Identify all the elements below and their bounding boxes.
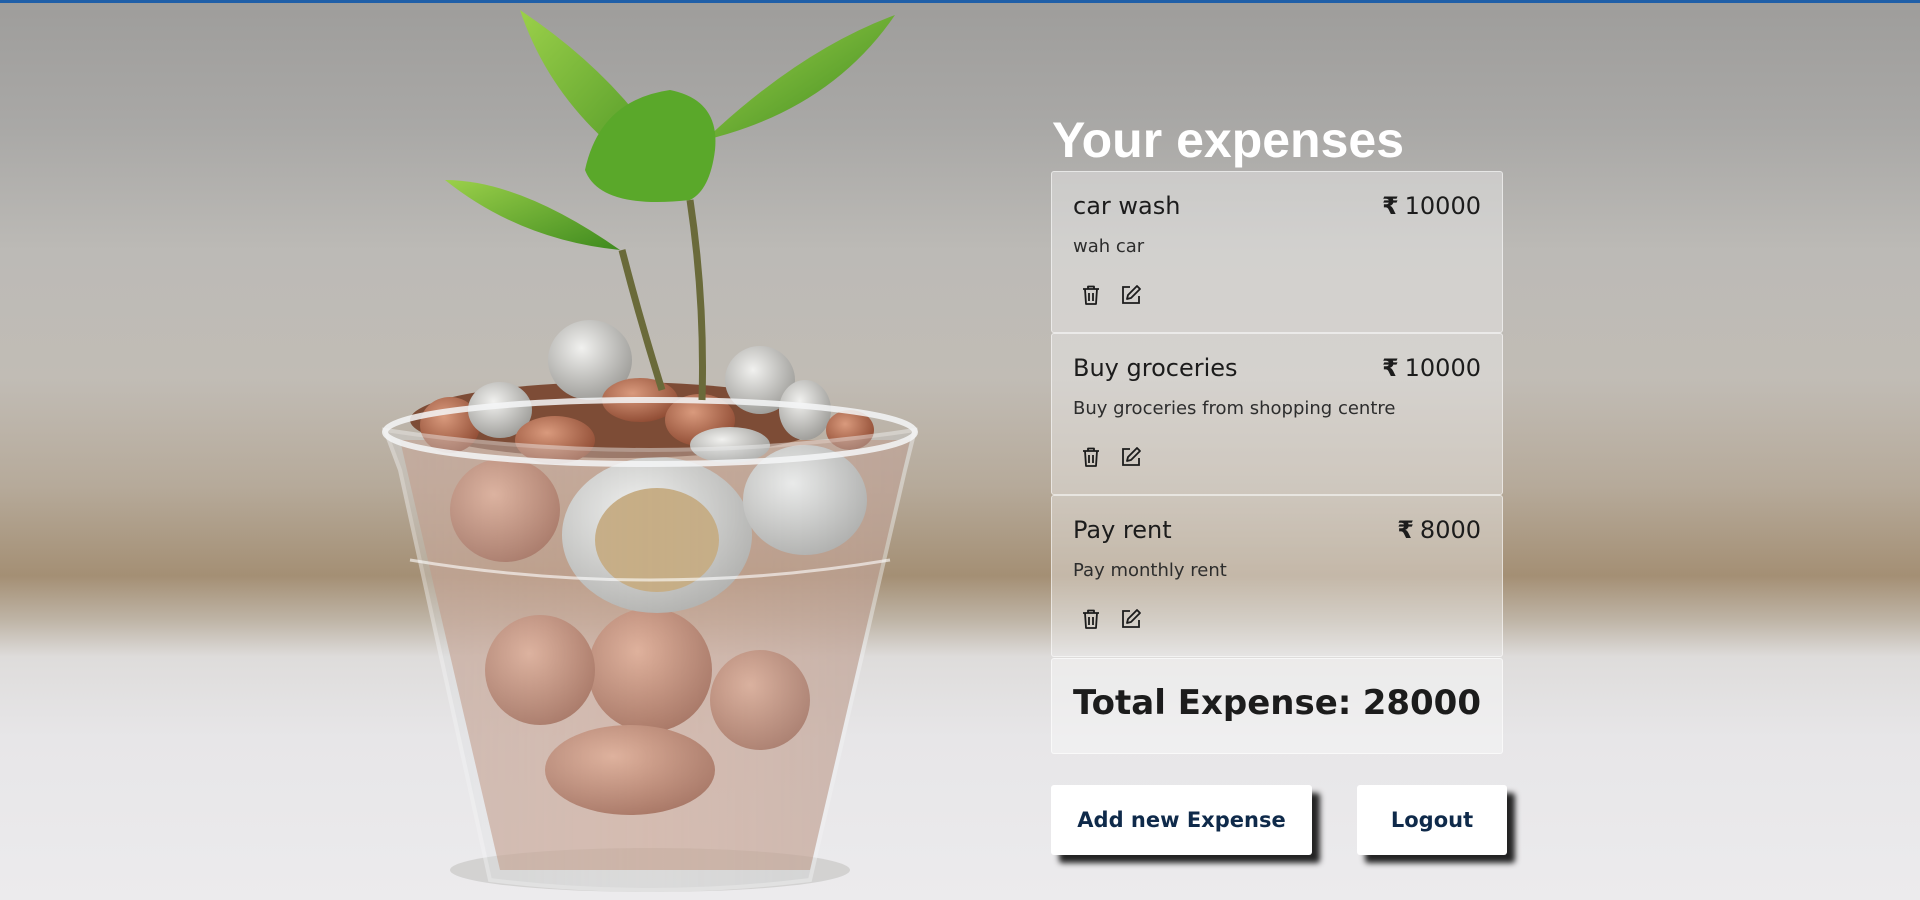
add-expense-button[interactable]: Add new Expense (1051, 785, 1312, 855)
trash-icon[interactable] (1080, 608, 1102, 630)
expense-description: Pay monthly rent (1073, 560, 1227, 581)
total-expense-card: Total Expense: 28000 (1051, 658, 1503, 754)
total-expense-value: 28000 (1362, 683, 1481, 723)
edit-icon[interactable] (1120, 284, 1142, 306)
rupee-icon: ₹ (1381, 192, 1399, 220)
total-expense-label: Total Expense: (1073, 683, 1352, 723)
expense-list: car wash ₹10000 wah car Buy groceries ₹1… (1051, 171, 1503, 657)
background-photo (381, 10, 918, 892)
expense-amount-value: 8000 (1419, 516, 1481, 544)
expense-name: Pay rent (1073, 516, 1172, 544)
expense-amount: ₹10000 (1382, 192, 1481, 220)
expense-card: car wash ₹10000 wah car (1051, 171, 1503, 333)
expense-card: Pay rent ₹8000 Pay monthly rent (1051, 495, 1503, 657)
top-accent-line (0, 0, 1920, 3)
expense-description: wah car (1073, 236, 1145, 257)
expense-amount: ₹10000 (1382, 354, 1481, 382)
logout-button[interactable]: Logout (1357, 785, 1507, 855)
rupee-icon: ₹ (1397, 516, 1414, 544)
expenses-panel: Your expenses car wash ₹10000 wah car Bu… (1051, 110, 1507, 855)
expense-actions (1080, 284, 1142, 306)
edit-icon[interactable] (1120, 608, 1142, 630)
rupee-icon: ₹ (1381, 354, 1399, 382)
expense-actions (1080, 446, 1142, 468)
expense-actions (1080, 608, 1142, 630)
trash-icon[interactable] (1080, 446, 1102, 468)
expense-description: Buy groceries from shopping centre (1073, 398, 1396, 419)
edit-icon[interactable] (1120, 446, 1142, 468)
action-buttons: Add new Expense Logout (1051, 785, 1511, 865)
expense-name: car wash (1073, 192, 1181, 220)
expense-amount-value: 10000 (1404, 354, 1481, 382)
expense-amount: ₹8000 (1397, 516, 1481, 544)
trash-icon[interactable] (1080, 284, 1102, 306)
expense-card: Buy groceries ₹10000 Buy groceries from … (1051, 333, 1503, 495)
expense-name: Buy groceries (1073, 354, 1238, 382)
expense-amount-value: 10000 (1404, 192, 1481, 220)
page-title: Your expenses (1052, 112, 1405, 168)
